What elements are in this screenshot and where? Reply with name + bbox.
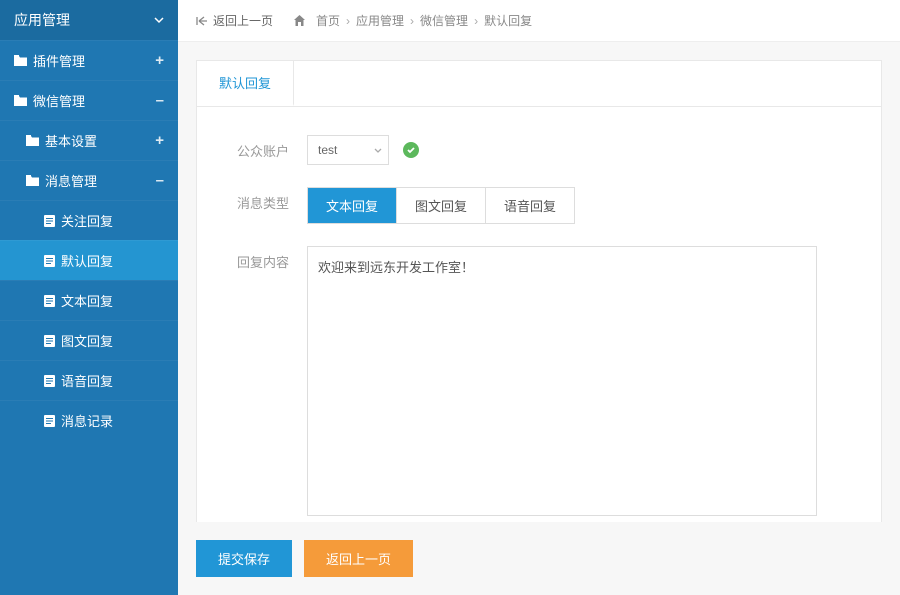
- sidebar-item-label: 图文回复: [61, 331, 113, 350]
- folder-icon: [14, 95, 27, 106]
- breadcrumb: 首页 › 应用管理 › 微信管理 › 默认回复: [316, 12, 532, 29]
- folder-icon: [14, 55, 27, 66]
- expand-icon: +: [155, 52, 164, 69]
- crumb-separator: ›: [346, 14, 350, 28]
- msgtype-group: 文本回复图文回复语音回复: [307, 187, 575, 224]
- doc-icon: [44, 215, 55, 227]
- crumb-0[interactable]: 首页: [316, 12, 340, 29]
- sidebar-item-label: 消息记录: [61, 411, 113, 430]
- tab-default-reply[interactable]: 默认回复: [197, 61, 294, 106]
- sidebar: 应用管理 插件管理 + 微信管理 – 基本设置 + 消息管理 – 关注回复默认回复文本回复图文回…: [0, 0, 178, 595]
- sidebar-item-label: 基本设置: [45, 131, 97, 150]
- crumb-2[interactable]: 微信管理: [420, 12, 468, 29]
- footer-buttons: 提交保存 返回上一页: [178, 522, 900, 595]
- doc-icon: [44, 375, 55, 387]
- doc-icon: [44, 295, 55, 307]
- sidebar-item-label: 默认回复: [61, 251, 113, 270]
- back-label: 返回上一页: [213, 12, 273, 29]
- home-icon[interactable]: [293, 14, 306, 27]
- label-account: 公众账户: [237, 135, 307, 160]
- back-icon: [196, 15, 208, 27]
- doc-icon: [44, 335, 55, 347]
- doc-icon: [44, 255, 55, 267]
- folder-icon: [26, 175, 39, 186]
- sidebar-item-label: 关注回复: [61, 211, 113, 230]
- tabbar: 默认回复: [197, 61, 881, 107]
- sidebar-item-9[interactable]: 消息记录: [0, 400, 178, 440]
- crumb-separator: ›: [410, 14, 414, 28]
- sidebar-item-5[interactable]: 默认回复: [0, 240, 178, 280]
- folder-icon: [26, 135, 39, 146]
- sidebar-item-label: 插件管理: [33, 51, 85, 70]
- content-panel: 默认回复 公众账户 test: [196, 60, 882, 522]
- back-link[interactable]: 返回上一页: [196, 12, 273, 29]
- expand-icon: –: [156, 172, 164, 189]
- msgtype-option-2[interactable]: 语音回复: [486, 188, 574, 223]
- msgtype-option-0[interactable]: 文本回复: [308, 188, 397, 223]
- sidebar-item-7[interactable]: 图文回复: [0, 320, 178, 360]
- main-area: 返回上一页 首页 › 应用管理 › 微信管理 › 默认回复 默认回复 公众账户: [178, 0, 900, 595]
- account-select[interactable]: test: [307, 135, 389, 165]
- sidebar-item-2[interactable]: 基本设置 +: [0, 120, 178, 160]
- form: 公众账户 test: [197, 107, 881, 522]
- sidebar-item-0[interactable]: 插件管理 +: [0, 40, 178, 80]
- doc-icon: [44, 415, 55, 427]
- sidebar-header-label: 应用管理: [14, 10, 70, 30]
- crumb-separator: ›: [474, 14, 478, 28]
- sidebar-item-label: 消息管理: [45, 171, 97, 190]
- submit-button[interactable]: 提交保存: [196, 540, 292, 577]
- msgtype-option-1[interactable]: 图文回复: [397, 188, 486, 223]
- label-content: 回复内容: [237, 246, 307, 271]
- expand-icon: +: [155, 132, 164, 149]
- back-button[interactable]: 返回上一页: [304, 540, 413, 577]
- sidebar-item-1[interactable]: 微信管理 –: [0, 80, 178, 120]
- sidebar-item-label: 语音回复: [61, 371, 113, 390]
- chevron-down-icon: [154, 15, 164, 25]
- sidebar-item-4[interactable]: 关注回复: [0, 200, 178, 240]
- label-msgtype: 消息类型: [237, 187, 307, 212]
- sidebar-item-8[interactable]: 语音回复: [0, 360, 178, 400]
- sidebar-item-label: 文本回复: [61, 291, 113, 310]
- topbar: 返回上一页 首页 › 应用管理 › 微信管理 › 默认回复: [178, 0, 900, 42]
- expand-icon: –: [156, 92, 164, 109]
- sidebar-item-6[interactable]: 文本回复: [0, 280, 178, 320]
- sidebar-item-3[interactable]: 消息管理 –: [0, 160, 178, 200]
- check-icon: [403, 142, 419, 158]
- crumb-1[interactable]: 应用管理: [356, 12, 404, 29]
- sidebar-header[interactable]: 应用管理: [0, 0, 178, 40]
- content-textarea[interactable]: [307, 246, 817, 516]
- sidebar-item-label: 微信管理: [33, 91, 85, 110]
- crumb-3[interactable]: 默认回复: [484, 12, 532, 29]
